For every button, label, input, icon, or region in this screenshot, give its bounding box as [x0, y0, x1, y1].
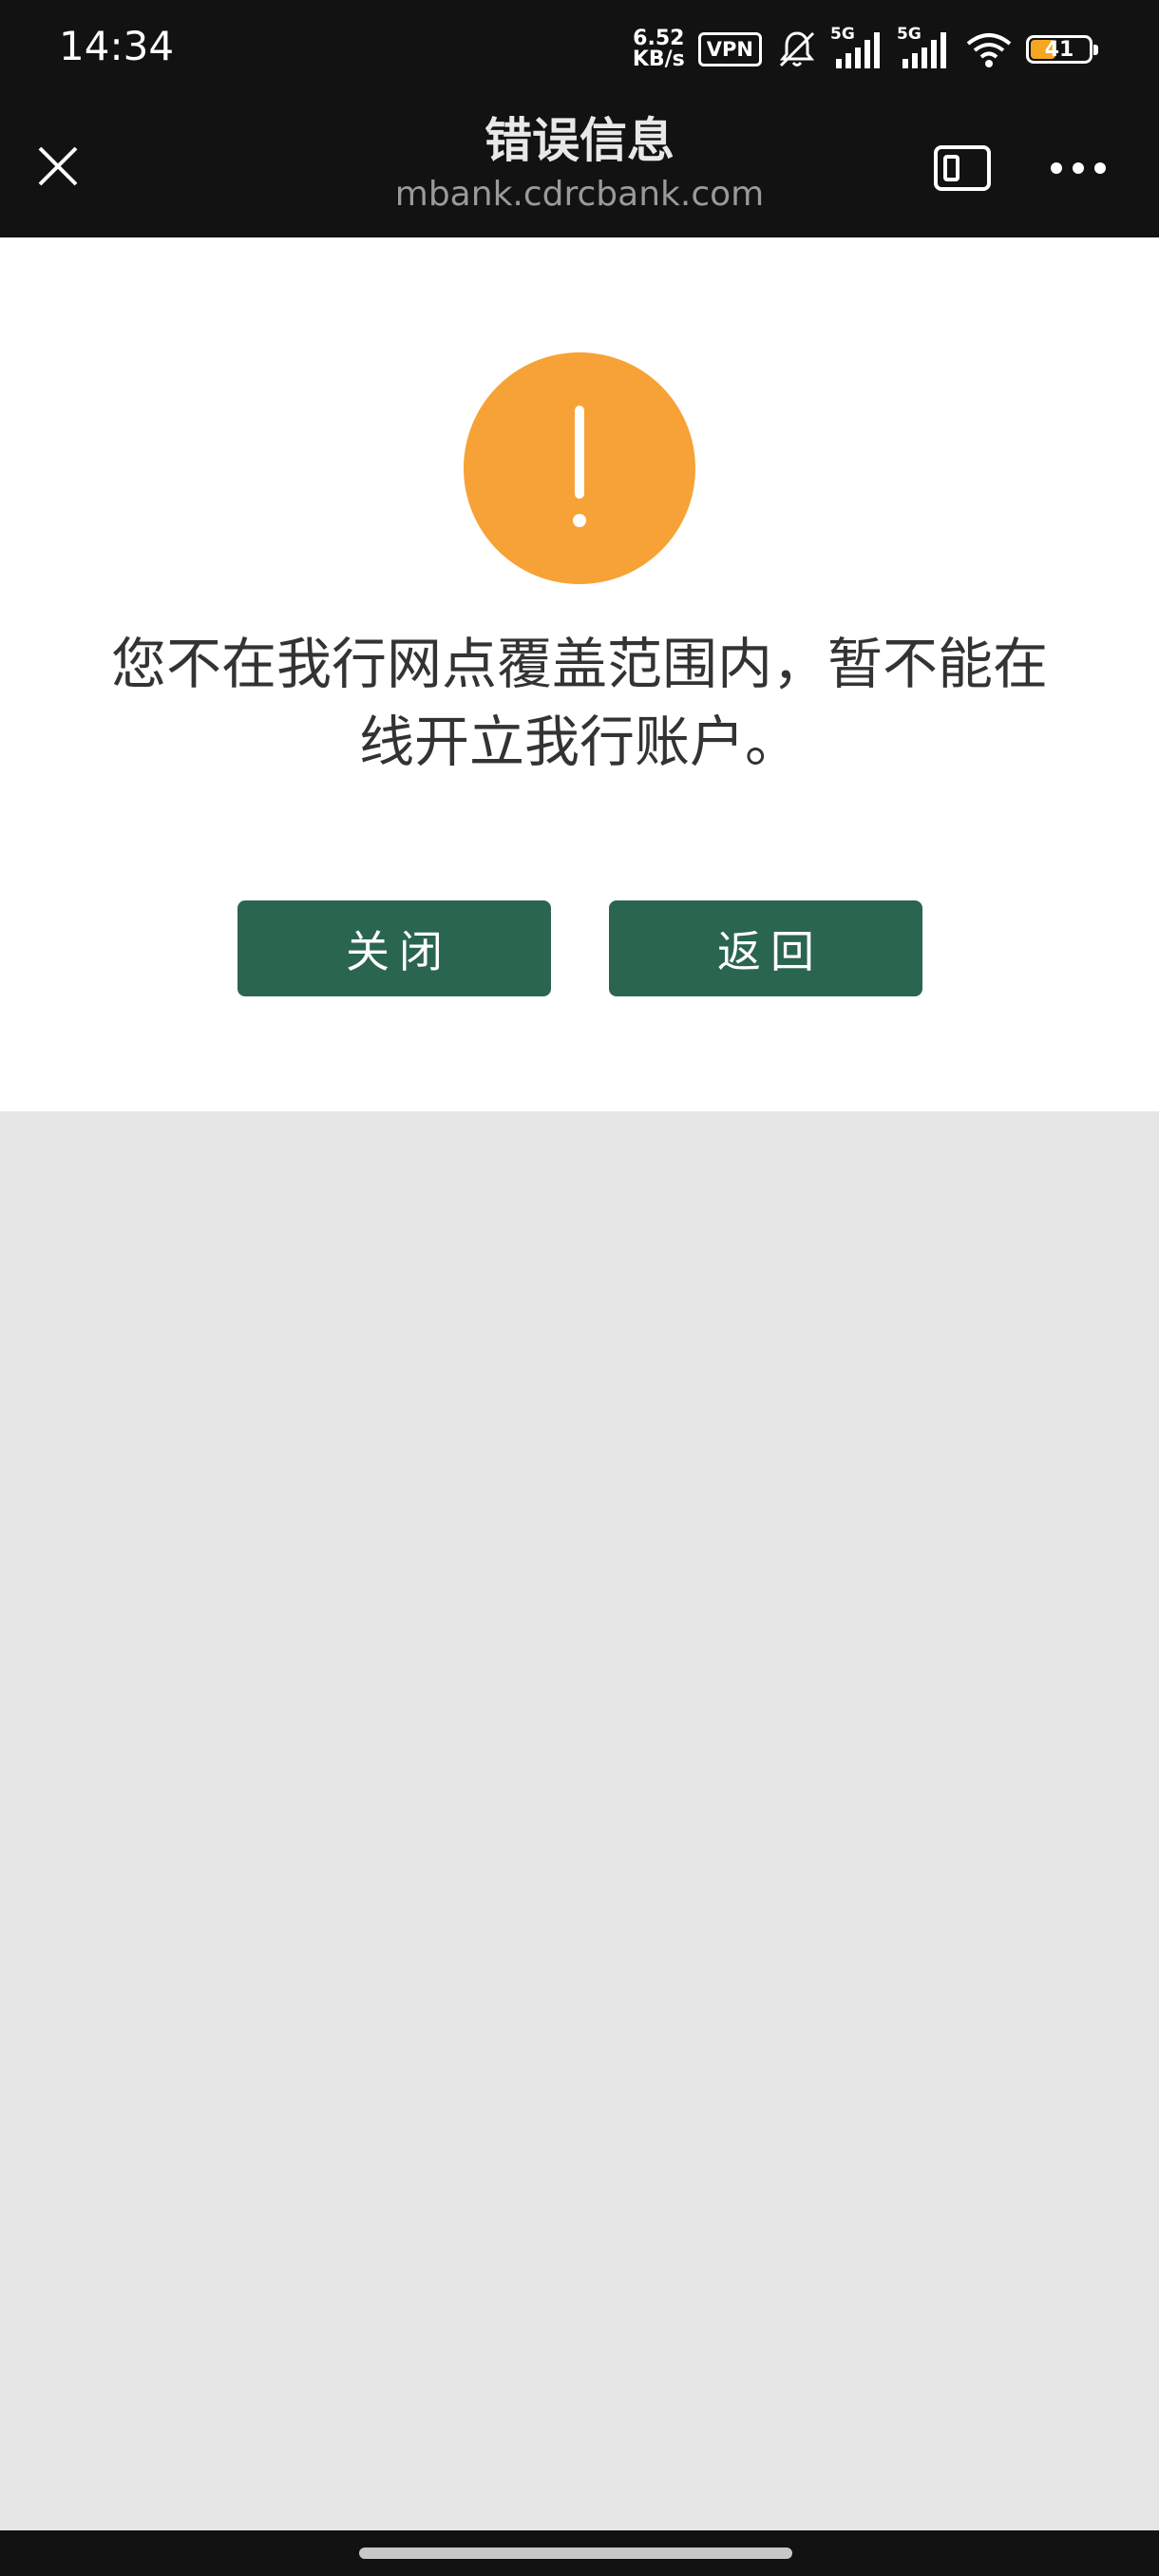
sim1-signal: 5G [830, 25, 885, 70]
sim2-signal: 5G [897, 25, 952, 70]
window-icon[interactable] [933, 144, 992, 192]
warning-icon [464, 352, 695, 584]
sim2-label: 5G [897, 25, 922, 44]
network-speed-unit: KB/s [632, 47, 685, 71]
battery-level: 41 [1044, 38, 1074, 62]
status-time: 14:34 [59, 23, 175, 69]
gesture-nav-bar [0, 2530, 1159, 2576]
error-message: 您不在我行网点覆盖范围内，暂不能在线开立我行账户。 [110, 632, 1048, 774]
more-icon[interactable] [1049, 154, 1108, 182]
muted-bell-icon [779, 31, 815, 67]
back-button[interactable]: 返回 [609, 900, 922, 996]
network-speed: 6.52 KB/s [633, 28, 685, 70]
status-icons: 6.52 KB/s VPN 5G 5G 41 [633, 25, 1098, 74]
home-indicator[interactable] [359, 2548, 792, 2559]
content-card: 您不在我行网点覆盖范围内，暂不能在线开立我行账户。 关闭 返回 [0, 237, 1159, 1111]
title-bar: 错误信息 mbank.cdrcbank.com [0, 95, 1159, 237]
close-button[interactable]: 关闭 [238, 900, 551, 996]
battery-icon: 41 [1026, 35, 1098, 64]
network-speed-value: 6.52 [633, 27, 685, 50]
vpn-badge: VPN [697, 32, 762, 66]
wifi-icon [966, 33, 1012, 67]
sim1-label: 5G [830, 25, 855, 44]
status-bar: 14:34 6.52 KB/s VPN 5G 5G 41 [0, 0, 1159, 95]
